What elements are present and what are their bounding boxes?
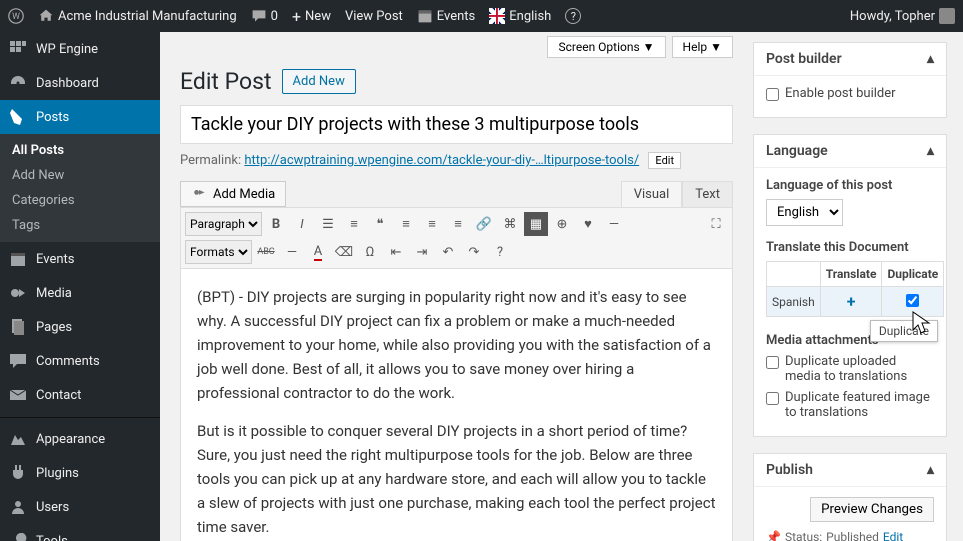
strikethru-icon[interactable]: ABC — [254, 240, 278, 264]
help-icon[interactable]: ? — [565, 8, 581, 24]
toolbar-toggle-icon[interactable]: ▦ — [524, 212, 548, 236]
help-button[interactable]: Help ▼ — [672, 36, 733, 58]
sidebar-item-pages[interactable]: Pages — [0, 310, 160, 344]
page-title: Edit Post — [180, 68, 272, 95]
avatar — [939, 8, 955, 24]
specialchar-icon[interactable]: Ω — [358, 240, 382, 264]
preview-changes-button[interactable]: Preview Changes — [810, 497, 934, 522]
submenu-tags[interactable]: Tags — [0, 213, 160, 238]
redo-icon[interactable]: ↷ — [462, 240, 486, 264]
publish-status: 📌 Status: Published Edit — [766, 530, 934, 541]
formats-select[interactable]: Formats — [185, 240, 252, 264]
permalink-edit-button[interactable]: Edit — [648, 152, 681, 169]
view-post-link[interactable]: View Post — [345, 9, 403, 24]
caret-up-icon: ▴ — [927, 143, 934, 159]
sidebar-item-contact[interactable]: Contact — [0, 378, 160, 412]
wp-logo-icon[interactable]: W — [8, 8, 24, 24]
editor-paragraph: (BPT) - DIY projects are surging in popu… — [197, 285, 716, 405]
site-name: Acme Industrial Manufacturing — [58, 9, 237, 24]
caret-up-icon: ▴ — [927, 51, 934, 67]
duplicate-checkbox[interactable] — [906, 294, 919, 307]
fullscreen-icon[interactable]: ⛶ — [704, 212, 728, 236]
admin-sidebar: WP Engine Dashboard Posts All Posts Add … — [0, 32, 160, 541]
translation-table: TranslateDuplicate Spanish + — [766, 261, 944, 317]
sidebar-item-dashboard[interactable]: Dashboard — [0, 66, 160, 100]
language-switcher[interactable]: English — [489, 8, 551, 24]
indent-icon[interactable]: ⇥ — [410, 240, 434, 264]
add-new-button[interactable]: Add New — [282, 69, 356, 94]
dup-media-checkbox[interactable]: Duplicate uploaded media to translations — [766, 354, 934, 384]
clear-icon[interactable]: ⌫ — [332, 240, 356, 264]
undo-icon[interactable]: ↶ — [436, 240, 460, 264]
add-media-button[interactable]: Add Media — [180, 181, 286, 207]
main-content: Screen Options ▼ Help ▼ Edit Post Add Ne… — [160, 32, 753, 541]
dup-featured-checkbox[interactable]: Duplicate featured image to translations — [766, 390, 934, 420]
edit-status-link[interactable]: Edit — [883, 530, 903, 541]
tab-text[interactable]: Text — [682, 181, 733, 207]
italic-icon[interactable]: I — [290, 212, 314, 236]
sidebar-item-media[interactable]: Media — [0, 276, 160, 310]
align-center-icon[interactable]: ≡ — [420, 212, 444, 236]
caret-up-icon: ▴ — [927, 462, 934, 478]
meta-sidebar: Post builder▴ Enable post builder Langua… — [753, 32, 963, 541]
metabox-post-builder: Post builder▴ Enable post builder — [753, 42, 947, 118]
sidebar-item-events[interactable]: Events — [0, 242, 160, 276]
align-right-icon[interactable]: ≡ — [446, 212, 470, 236]
plus-circle-icon[interactable]: ⊕ — [550, 212, 574, 236]
submenu-categories[interactable]: Categories — [0, 188, 160, 213]
ul-icon[interactable]: ☰ — [316, 212, 340, 236]
paragraph-select[interactable]: Paragraph — [185, 212, 262, 236]
metabox-header[interactable]: Post builder▴ — [754, 43, 946, 76]
admin-bar: W Acme Industrial Manufacturing 0 +New V… — [0, 0, 963, 32]
metabox-publish: Publish▴ Preview Changes 📌 Status: Publi… — [753, 453, 947, 541]
bold-icon[interactable]: B — [264, 212, 288, 236]
language-select[interactable]: English — [766, 199, 843, 226]
screen-options-button[interactable]: Screen Options ▼ — [547, 36, 665, 58]
quote-icon[interactable]: ❝ — [368, 212, 392, 236]
readmore-icon[interactable]: ⌘ — [498, 212, 522, 236]
link-icon[interactable]: 🔗 — [472, 212, 496, 236]
hr2-icon[interactable]: — — [280, 240, 304, 264]
sidebar-item-posts[interactable]: Posts — [0, 100, 160, 134]
table-row: Spanish + — [767, 287, 944, 317]
editor-body[interactable]: (BPT) - DIY projects are surging in popu… — [180, 269, 733, 541]
enable-post-builder-checkbox[interactable]: Enable post builder — [766, 86, 934, 101]
comments-link[interactable]: 0 — [251, 8, 278, 24]
translate-plus-icon[interactable]: + — [847, 292, 856, 311]
editor-toolbar: Paragraph B I ☰ ≡ ❝ ≡ ≡ ≡ 🔗 ⌘ ▦ ⊕ ♥ — ⛶ … — [180, 207, 733, 269]
metabox-header[interactable]: Language▴ — [754, 135, 946, 168]
submenu-add-new[interactable]: Add New — [0, 163, 160, 188]
outdent-icon[interactable]: ⇤ — [384, 240, 408, 264]
events-link[interactable]: Events — [417, 8, 475, 24]
editor-paragraph: But is it possible to conquer several DI… — [197, 419, 716, 539]
sidebar-item-comments[interactable]: Comments — [0, 344, 160, 378]
align-left-icon[interactable]: ≡ — [394, 212, 418, 236]
sidebar-item-plugins[interactable]: Plugins — [0, 456, 160, 490]
metabox-language: Language▴ Language of this post English … — [753, 134, 947, 437]
site-link[interactable]: Acme Industrial Manufacturing — [38, 8, 237, 24]
textcolor-icon[interactable]: A — [306, 240, 330, 264]
new-link[interactable]: +New — [292, 7, 331, 26]
permalink-url[interactable]: http://acwptraining.wpengine.com/tackle-… — [244, 153, 639, 168]
heart-icon[interactable]: ♥ — [576, 212, 600, 236]
tab-visual[interactable]: Visual — [621, 181, 683, 207]
metabox-header[interactable]: Publish▴ — [754, 454, 946, 487]
tooltip: Duplicate — [870, 320, 938, 342]
sidebar-item-tools[interactable]: Tools — [0, 524, 160, 541]
sidebar-item-wpengine[interactable]: WP Engine — [0, 32, 160, 66]
permalink-row: Permalink: http://acwptraining.wpengine.… — [180, 152, 733, 169]
sidebar-posts-submenu: All Posts Add New Categories Tags — [0, 134, 160, 242]
post-title-input[interactable] — [180, 105, 733, 144]
sidebar-item-users[interactable]: Users — [0, 490, 160, 524]
ol-icon[interactable]: ≡ — [342, 212, 366, 236]
sidebar-item-appearance[interactable]: Appearance — [0, 422, 160, 456]
hr-icon[interactable]: — — [602, 212, 626, 236]
submenu-all-posts[interactable]: All Posts — [0, 138, 160, 163]
help2-icon[interactable]: ? — [488, 240, 512, 264]
svg-text:W: W — [12, 12, 20, 22]
uk-flag-icon — [489, 8, 505, 24]
my-account[interactable]: Howdy, Topher — [850, 8, 955, 24]
